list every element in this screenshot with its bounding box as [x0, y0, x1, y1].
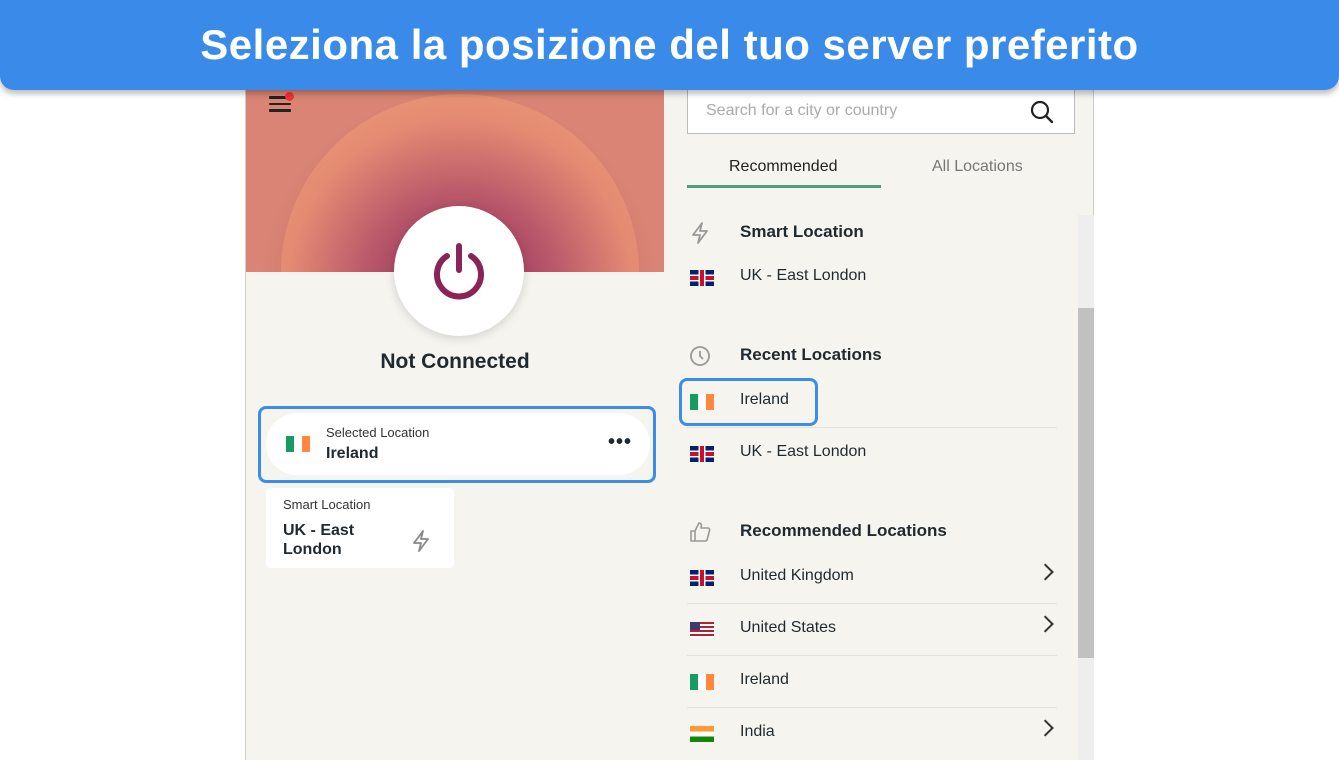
- highlight-outline: [258, 406, 656, 483]
- bolt-icon: [692, 222, 708, 244]
- chevron-right-icon[interactable]: [1036, 719, 1054, 737]
- smart-location-name-1: UK - East: [283, 522, 355, 539]
- clock-icon: [690, 346, 710, 366]
- smart-location-name-2: London: [283, 541, 342, 558]
- item-label: India: [740, 723, 775, 740]
- chevron-right-icon[interactable]: [1036, 563, 1054, 581]
- uk-flag-icon: [690, 570, 714, 586]
- smart-location-caption: Smart Location: [283, 497, 371, 512]
- list-item[interactable]: UK - East London: [687, 428, 1057, 480]
- uk-flag-icon: [690, 446, 714, 462]
- list-item[interactable]: United Kingdom: [687, 552, 1057, 604]
- highlight-outline: [679, 378, 818, 426]
- tab-all-locations[interactable]: All Locations: [932, 158, 1023, 176]
- instruction-banner: Seleziona la posizione del tuo server pr…: [0, 0, 1339, 90]
- uk-flag-icon: [690, 270, 714, 286]
- scrollbar-thumb[interactable]: [1078, 308, 1094, 658]
- list-item[interactable]: United States: [687, 604, 1057, 656]
- item-label: Ireland: [740, 671, 789, 688]
- power-icon: [434, 243, 484, 300]
- tab-recommended[interactable]: Recommended: [729, 158, 838, 176]
- search-input[interactable]: Search for a city or country: [687, 87, 1075, 134]
- list-item[interactable]: Ireland: [687, 656, 1057, 708]
- india-flag-icon: [690, 726, 714, 742]
- header-label: Smart Location: [740, 222, 864, 241]
- location-panel: Search for a city or country Recommended…: [664, 60, 1095, 760]
- active-tab-indicator: [687, 185, 881, 188]
- smart-location-card[interactable]: Smart Location UK - East London: [266, 488, 454, 568]
- list-item[interactable]: UK - East London: [687, 252, 1057, 304]
- vpn-app-window: Not Connected Selected Location Ireland …: [245, 60, 1094, 760]
- item-label: UK - East London: [740, 443, 867, 460]
- bolt-icon: [413, 530, 429, 552]
- item-label: United States: [740, 619, 837, 636]
- power-button[interactable]: [394, 206, 524, 336]
- chevron-right-icon[interactable]: [1036, 615, 1054, 633]
- notification-dot: [285, 92, 294, 101]
- header-label: Recommended Locations: [740, 521, 947, 540]
- header-label: Recent Locations: [740, 345, 882, 364]
- list-item[interactable]: India: [687, 708, 1057, 760]
- item-label: UK - East London: [740, 267, 867, 284]
- item-label: United Kingdom: [740, 567, 854, 584]
- ireland-flag-icon: [690, 674, 714, 690]
- thumbs-up-icon: [690, 522, 711, 542]
- connection-panel: Not Connected Selected Location Ireland …: [246, 60, 664, 760]
- search-placeholder: Search for a city or country: [706, 102, 898, 119]
- us-flag-icon: [690, 622, 714, 638]
- connection-status: Not Connected: [380, 350, 530, 373]
- search-icon[interactable]: [1030, 100, 1054, 124]
